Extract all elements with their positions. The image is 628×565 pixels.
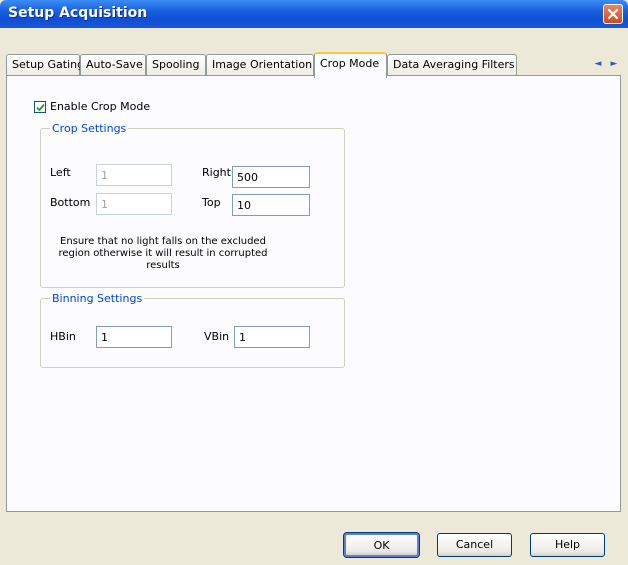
title-bar[interactable]: Setup Acquisition [0,0,628,28]
enable-crop-mode-checkbox[interactable]: Enable Crop Mode [34,100,150,113]
cancel-button[interactable]: Cancel [437,533,512,557]
vbin-label: VBin [204,330,230,343]
chevron-left-icon[interactable]: ◄ [590,56,606,72]
top-input[interactable] [232,194,310,216]
right-label: Right [202,166,231,179]
close-button[interactable] [603,4,623,24]
tab-label: Auto-Save [86,58,143,71]
tab-scroll-buttons: ◄ ► [590,56,622,72]
tab-label: Crop Mode [320,57,380,70]
crop-warning-note: Ensure that no light falls on the exclud… [58,236,268,271]
checkbox-box[interactable] [34,100,46,113]
right-input[interactable] [232,166,310,188]
crop-settings-legend: Crop Settings [50,122,129,135]
bottom-input[interactable] [96,193,172,215]
tab-strip: Setup Gating Auto-Save Spooling Image Or… [6,52,622,78]
tab-image-orientation[interactable]: Image Orientation [206,54,314,76]
tab-label: Image Orientation [212,58,313,71]
tab-label: Setup Gating [12,58,85,71]
tab-spooling[interactable]: Spooling [146,54,206,76]
help-button[interactable]: Help [530,533,605,557]
chevron-right-icon[interactable]: ► [606,56,622,72]
tab-setup-gating[interactable]: Setup Gating [6,54,84,76]
setup-acquisition-dialog: Setup Acquisition Setup Gating Auto-Save… [0,0,628,565]
ok-button[interactable]: OK [343,532,420,558]
bottom-label: Bottom [50,196,91,209]
window-title: Setup Acquisition [8,5,148,21]
tab-label: Data Averaging Filters [393,58,515,71]
top-label: Top [202,196,221,209]
close-icon [607,8,619,20]
left-input[interactable] [96,164,172,186]
binning-settings-legend: Binning Settings [50,292,145,305]
check-icon [36,103,45,111]
tab-data-averaging-filters[interactable]: Data Averaging Filters [387,54,517,76]
tab-crop-mode[interactable]: Crop Mode [314,52,387,78]
hbin-label: HBin [50,330,76,343]
vbin-input[interactable] [234,326,310,348]
tab-label: Spooling [152,58,200,71]
hbin-input[interactable] [96,326,172,348]
left-label: Left [50,166,71,179]
tab-auto-save[interactable]: Auto-Save [80,54,146,76]
enable-crop-mode-label: Enable Crop Mode [50,100,151,113]
